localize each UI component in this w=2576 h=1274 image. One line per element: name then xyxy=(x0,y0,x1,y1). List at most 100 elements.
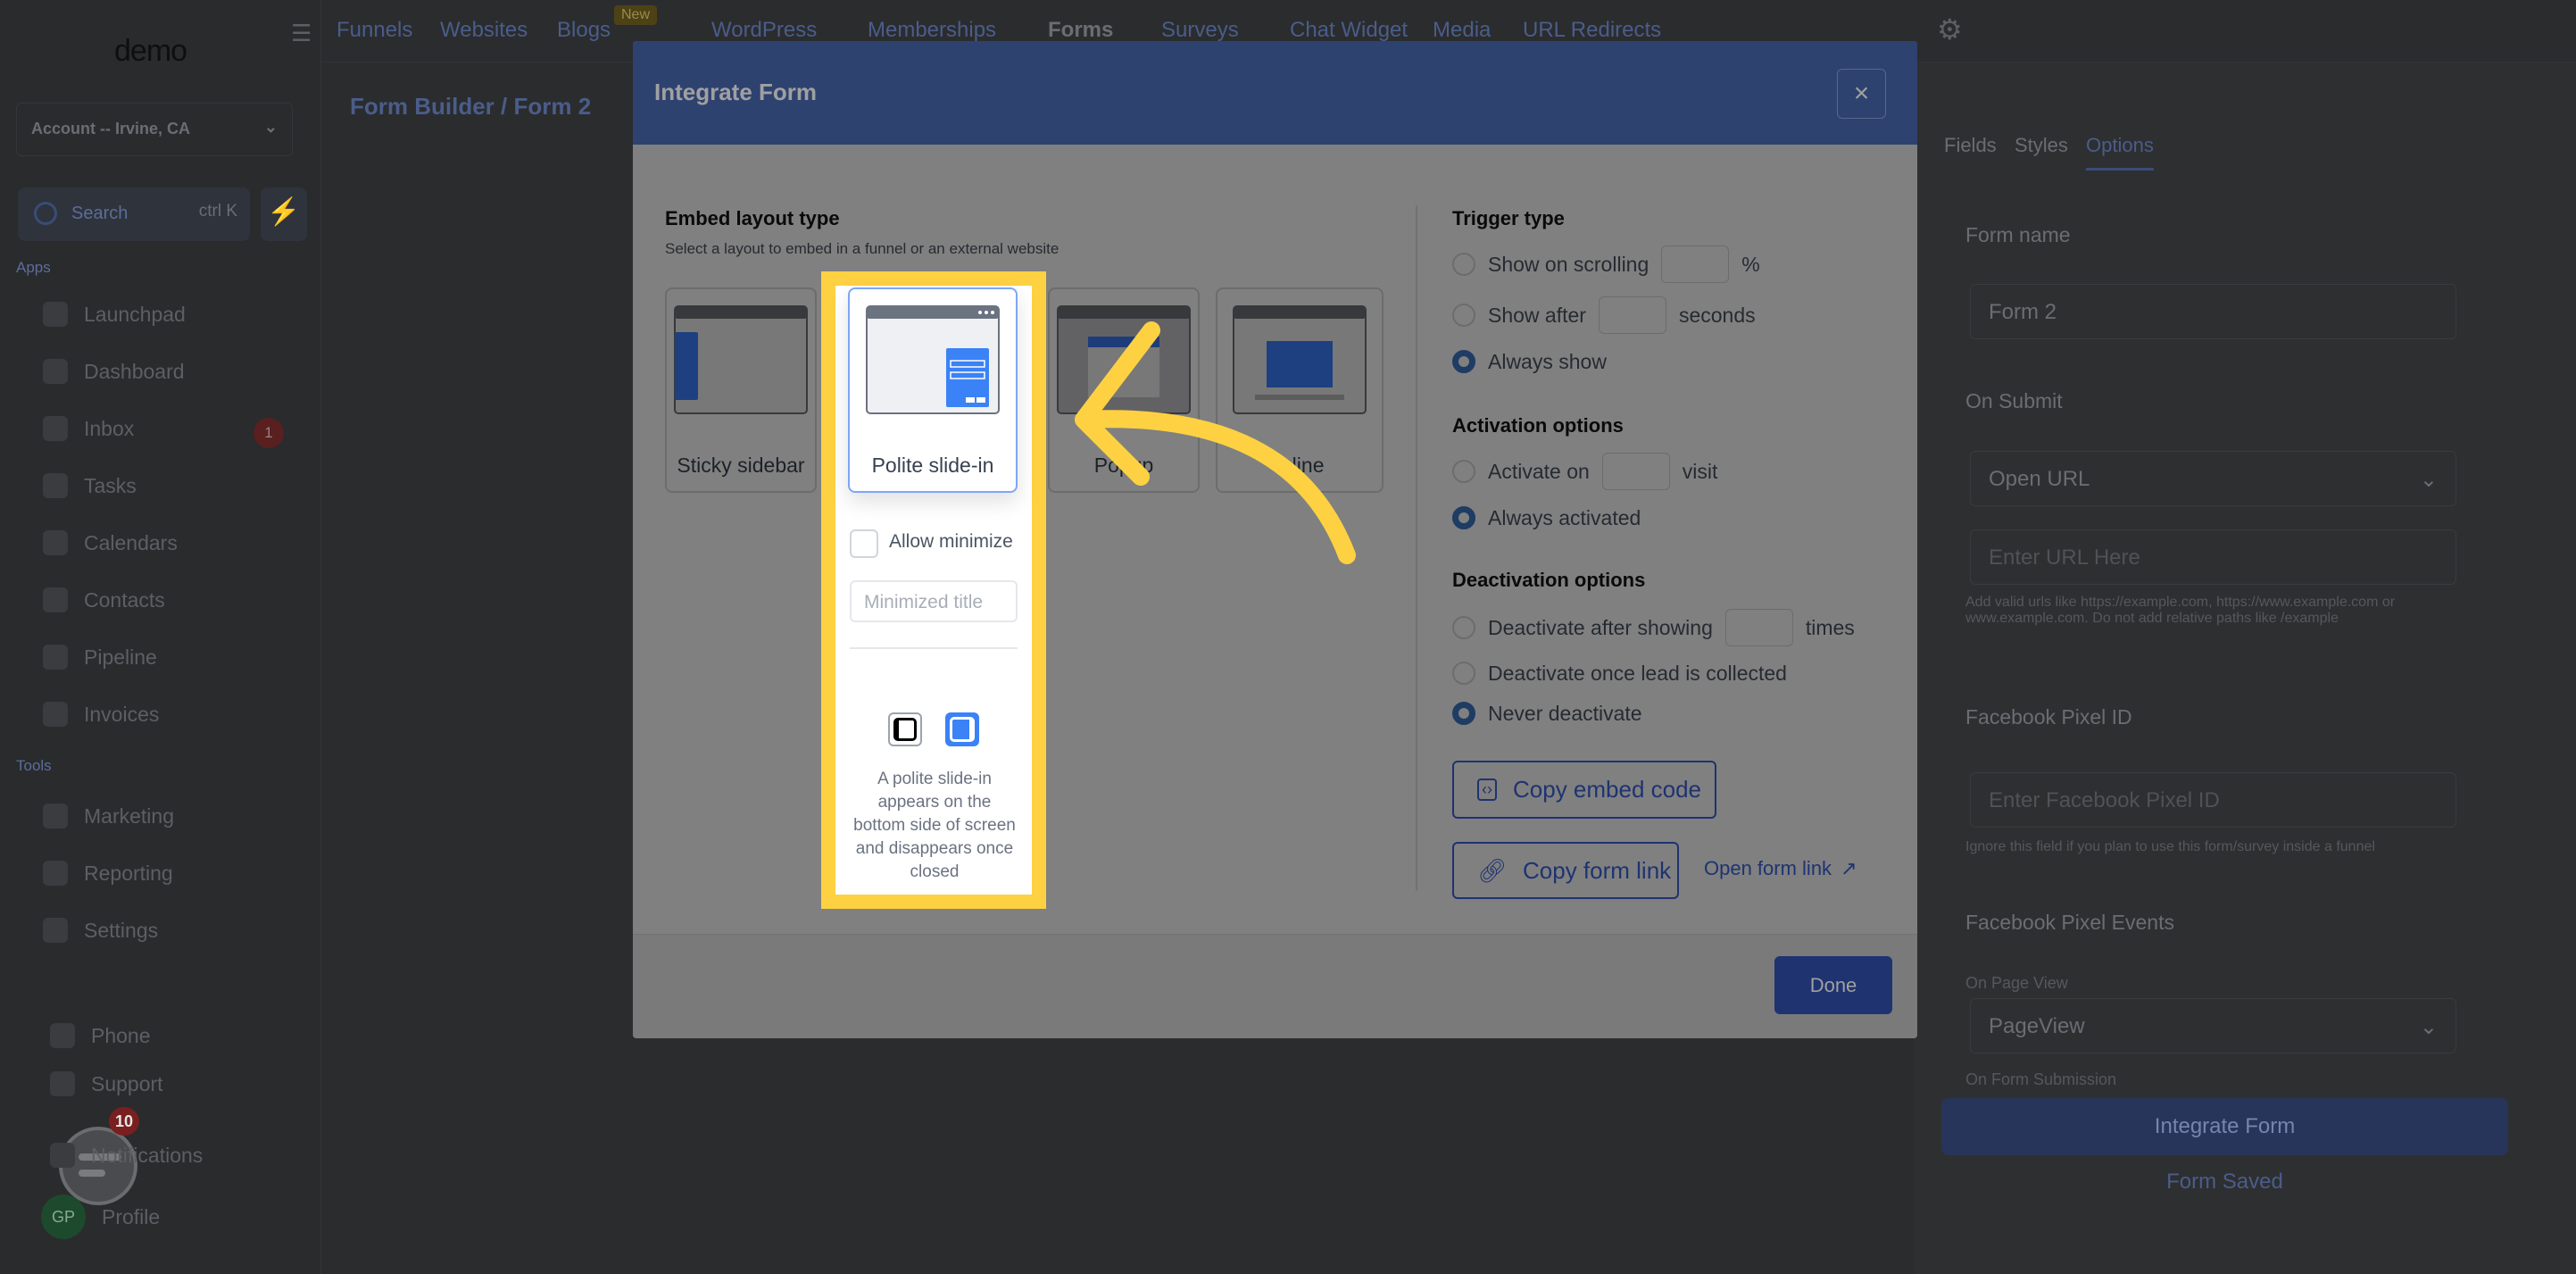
radio-selected[interactable] xyxy=(1452,350,1475,373)
section-apps: Apps xyxy=(16,259,51,276)
polite-slide-in-thumbnail xyxy=(866,305,1000,414)
copy-embed-code-button[interactable]: ‹› Copy embed code xyxy=(1452,761,1716,819)
tab-fields[interactable]: Fields xyxy=(1944,134,1997,157)
radio[interactable] xyxy=(1452,616,1475,639)
visit-input[interactable] xyxy=(1601,453,1670,490)
nav-forms[interactable]: Forms xyxy=(1048,18,1113,43)
radio-selected[interactable] xyxy=(1452,506,1475,529)
deactivation-never[interactable]: Never deactivate xyxy=(1452,695,1642,732)
page-view-select[interactable]: PageView ⌄ xyxy=(1970,998,2456,1053)
activation-options-title: Activation options xyxy=(1452,414,1624,437)
sidebar-item-settings[interactable]: Settings xyxy=(43,918,158,943)
unit: visit xyxy=(1682,459,1718,483)
support-icon xyxy=(50,1071,75,1096)
nav-blogs[interactable]: Blogs xyxy=(557,18,611,43)
tab-styles[interactable]: Styles xyxy=(2015,134,2068,157)
divider xyxy=(850,647,1018,649)
gear-icon[interactable]: ⚙ xyxy=(1937,12,1963,46)
radio-selected[interactable] xyxy=(1452,702,1475,725)
trigger-show-after[interactable]: Show after seconds xyxy=(1452,296,1756,334)
scroll-percent-input[interactable] xyxy=(1661,246,1730,283)
trigger-always-show[interactable]: Always show xyxy=(1452,343,1607,380)
sidebar-item-profile[interactable]: GP Profile xyxy=(41,1195,160,1239)
breadcrumb-parent[interactable]: Form Builder / xyxy=(350,93,507,120)
invoice-icon xyxy=(43,702,68,727)
sidebar-item-pipeline[interactable]: Pipeline xyxy=(43,645,157,670)
sidebar-item-phone[interactable]: Phone xyxy=(50,1023,151,1048)
highlight-border-right xyxy=(1032,271,1046,909)
allow-minimize-checkbox[interactable] xyxy=(850,529,878,558)
radio[interactable] xyxy=(1452,662,1475,685)
open-form-link[interactable]: Open form link ↗ xyxy=(1704,857,1857,880)
layout-label: Inline xyxy=(1275,454,1325,477)
external-link-icon: ↗ xyxy=(1841,857,1857,879)
new-badge: New xyxy=(614,5,658,25)
account-switcher[interactable]: Account -- Irvine, CA ⌄ xyxy=(16,103,293,156)
sidebar-item-support[interactable]: Support xyxy=(50,1071,163,1096)
sidebar-item-calendars[interactable]: Calendars xyxy=(43,530,178,555)
nav-wordpress[interactable]: WordPress xyxy=(711,18,817,43)
label: Notifications xyxy=(91,1143,204,1167)
times-input[interactable] xyxy=(1724,609,1793,646)
sidebar-item-inbox[interactable]: Inbox xyxy=(43,416,134,441)
integrate-form-button[interactable]: Integrate Form xyxy=(1941,1098,2508,1155)
activation-activate-on[interactable]: Activate on visit xyxy=(1452,453,1717,490)
link-icon: 🔗︎ xyxy=(1477,856,1508,884)
avatar: GP xyxy=(41,1195,86,1239)
radio[interactable] xyxy=(1452,460,1475,483)
layout-popup[interactable]: Popup xyxy=(1048,287,1200,493)
search-button[interactable]: Search ctrl K xyxy=(18,187,250,241)
nav-websites[interactable]: Websites xyxy=(440,18,528,43)
activation-always-activated[interactable]: Always activated xyxy=(1452,499,1641,537)
quick-actions-button[interactable]: ⚡ xyxy=(261,187,307,241)
deactivation-once-lead[interactable]: Deactivate once lead is collected xyxy=(1452,654,1787,692)
sidebar-item-notifications[interactable]: Notifications xyxy=(50,1143,203,1168)
popup-thumbnail xyxy=(1057,305,1191,414)
sidebar-item-marketing[interactable]: Marketing xyxy=(43,804,174,829)
done-button[interactable]: Done xyxy=(1774,956,1892,1014)
chart-pie-icon xyxy=(43,861,68,886)
form-name-input[interactable]: Form 2 xyxy=(1970,284,2456,339)
layout-polite-slide-in[interactable]: Polite slide-in xyxy=(848,287,1018,493)
sidebar-item-contacts[interactable]: Contacts xyxy=(43,587,165,612)
position-left-button[interactable] xyxy=(888,712,922,746)
inbox-icon xyxy=(43,416,68,441)
nav-surveys[interactable]: Surveys xyxy=(1161,18,1239,43)
account-name: Account -- Irvine, CA xyxy=(31,120,191,137)
radio[interactable] xyxy=(1452,253,1475,276)
sidebar-item-reporting[interactable]: Reporting xyxy=(43,861,173,886)
seconds-input[interactable] xyxy=(1598,296,1666,334)
sidebar-item-launchpad[interactable]: Launchpad xyxy=(43,302,186,327)
inbox-badge: 1 xyxy=(253,418,284,448)
modal-title: Integrate Form xyxy=(654,79,818,105)
sidebar-item-dashboard[interactable]: Dashboard xyxy=(43,359,185,384)
layout-inline[interactable]: Inline xyxy=(1216,287,1384,493)
code-icon: ‹› xyxy=(1477,779,1497,801)
nav-funnels[interactable]: Funnels xyxy=(337,18,412,43)
lightning-icon: ⚡ xyxy=(267,197,301,227)
tab-options[interactable]: Options xyxy=(2086,134,2154,171)
sidebar-item-tasks[interactable]: Tasks xyxy=(43,473,137,498)
label: Show after xyxy=(1488,303,1586,327)
url-input[interactable]: Enter URL Here xyxy=(1970,529,2456,585)
on-submit-select[interactable]: Open URL ⌄ xyxy=(1970,451,2456,506)
trigger-show-on-scrolling[interactable]: Show on scrolling% xyxy=(1452,246,1760,283)
layout-label: Popup xyxy=(1093,454,1154,477)
radio[interactable] xyxy=(1452,304,1475,327)
pixel-id-input[interactable]: Enter Facebook Pixel ID xyxy=(1970,772,2456,828)
rocket-icon xyxy=(43,302,68,327)
position-right-button[interactable] xyxy=(945,712,979,746)
pixel-events-label: Facebook Pixel Events xyxy=(1965,911,2174,934)
menu-collapse-icon[interactable]: ☰ xyxy=(291,20,312,47)
nav-chat-widget[interactable]: Chat Widget xyxy=(1290,18,1408,43)
layout-sticky-sidebar[interactable]: Sticky sidebar xyxy=(665,287,817,493)
sidebar-item-invoices[interactable]: Invoices xyxy=(43,702,159,727)
copy-form-link-button[interactable]: 🔗︎ Copy form link xyxy=(1452,842,1679,899)
minimized-title-input[interactable]: Minimized title xyxy=(850,580,1018,622)
close-button[interactable]: × xyxy=(1837,69,1886,119)
deactivation-after-showing[interactable]: Deactivate after showing times xyxy=(1452,609,1855,646)
nav-media[interactable]: Media xyxy=(1433,18,1491,43)
nav-memberships[interactable]: Memberships xyxy=(868,18,996,43)
column-divider xyxy=(1416,205,1417,891)
nav-url-redirects[interactable]: URL Redirects xyxy=(1523,18,1661,43)
